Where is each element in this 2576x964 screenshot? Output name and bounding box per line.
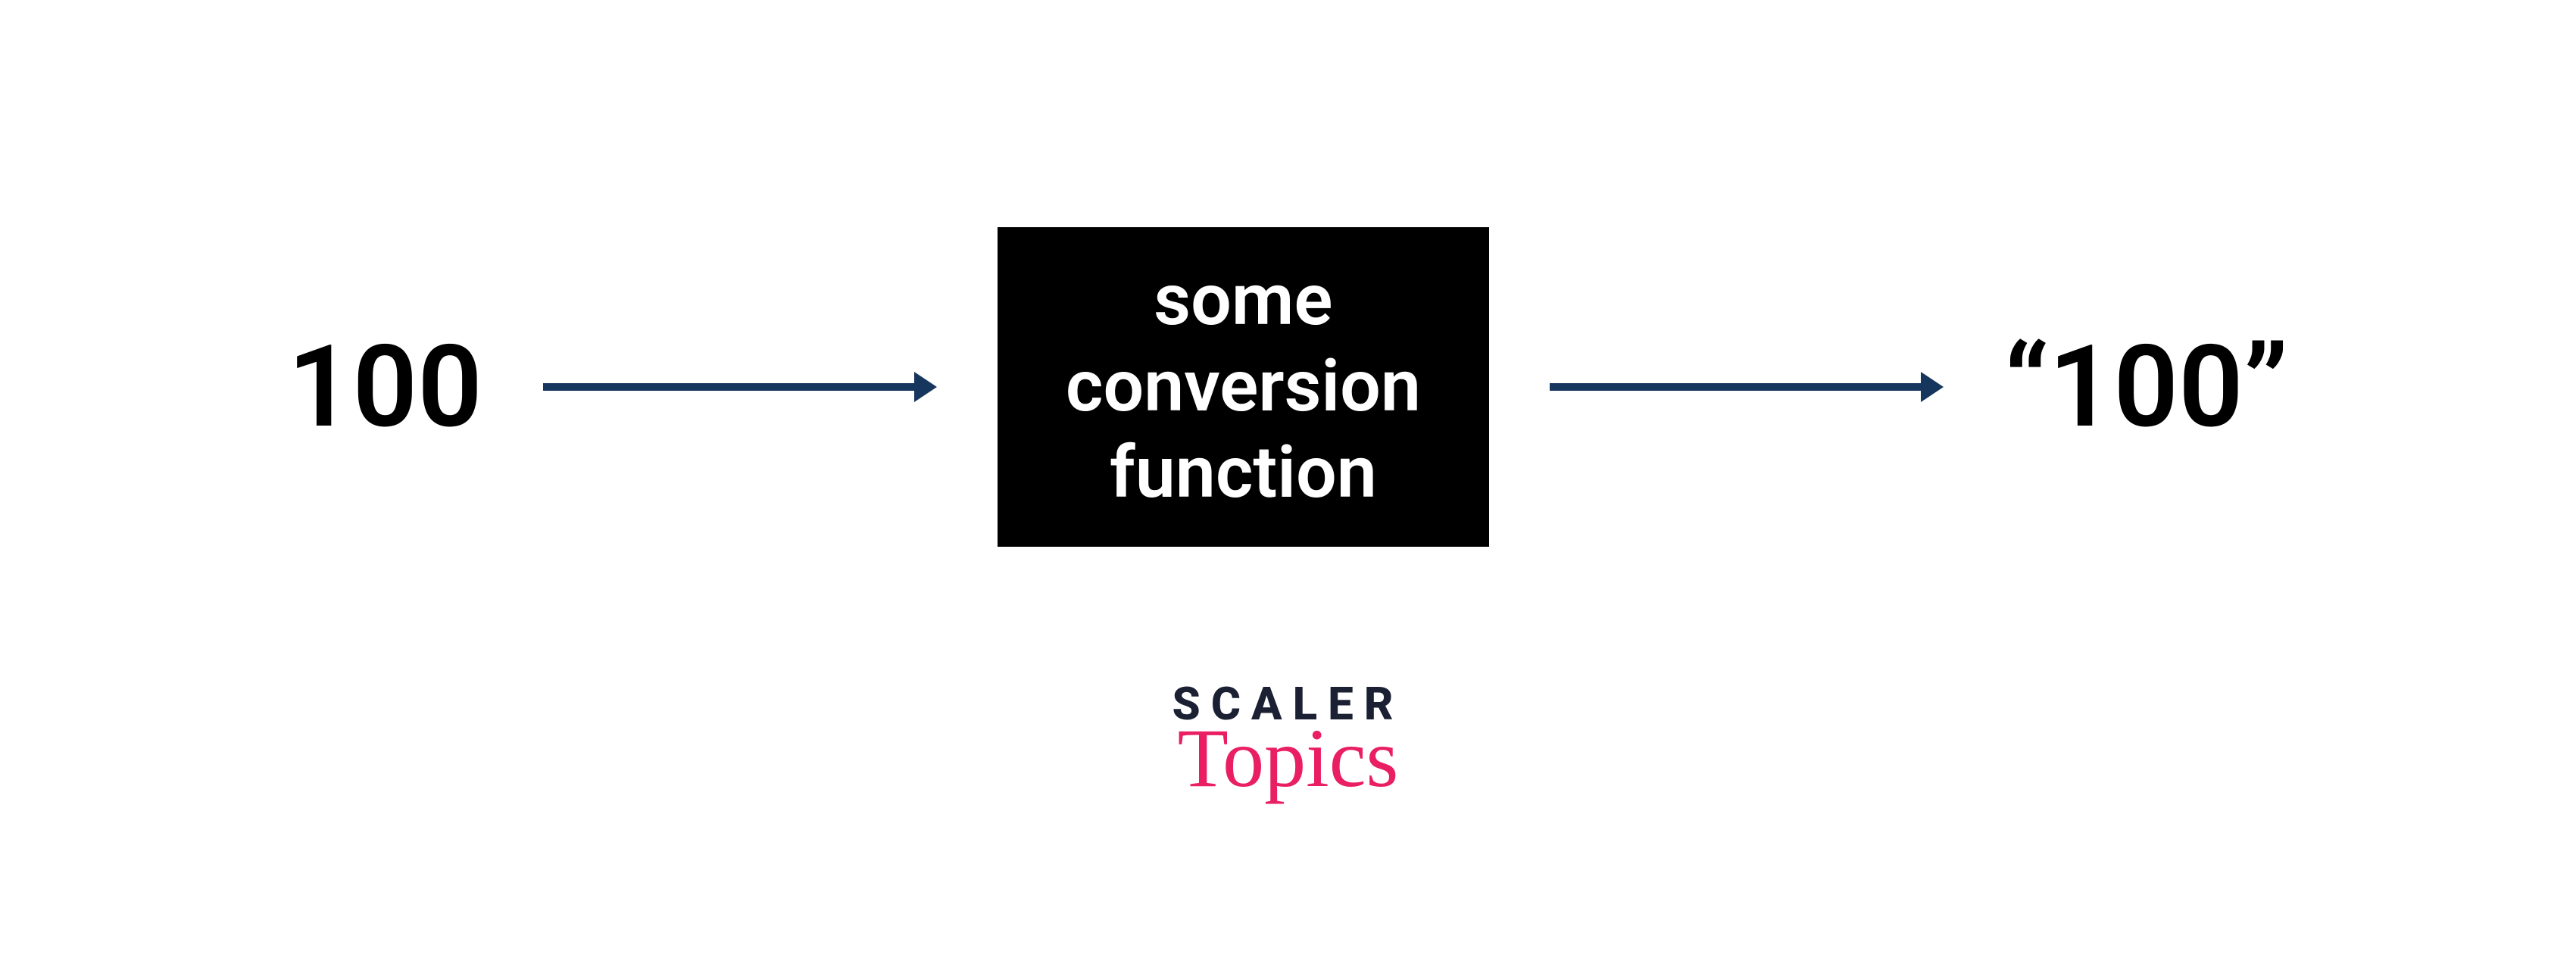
conversion-box: some conversion function xyxy=(998,227,1489,547)
output-value: “100” xyxy=(2004,330,2288,444)
arrow-right-icon xyxy=(543,364,937,410)
conversion-flow: 100 some conversion function “100” xyxy=(0,227,2576,547)
logo-line-2: Topics xyxy=(1172,721,1404,796)
box-line-2: conversion xyxy=(1066,344,1421,430)
diagram-canvas: 100 some conversion function “100” SCALE… xyxy=(0,0,2576,964)
box-line-3: function xyxy=(1066,430,1421,516)
arrow-right-icon xyxy=(1550,364,1944,410)
box-line-1: some xyxy=(1066,257,1421,344)
input-value: 100 xyxy=(288,330,482,444)
scaler-topics-logo: SCALER Topics xyxy=(1172,682,1404,796)
